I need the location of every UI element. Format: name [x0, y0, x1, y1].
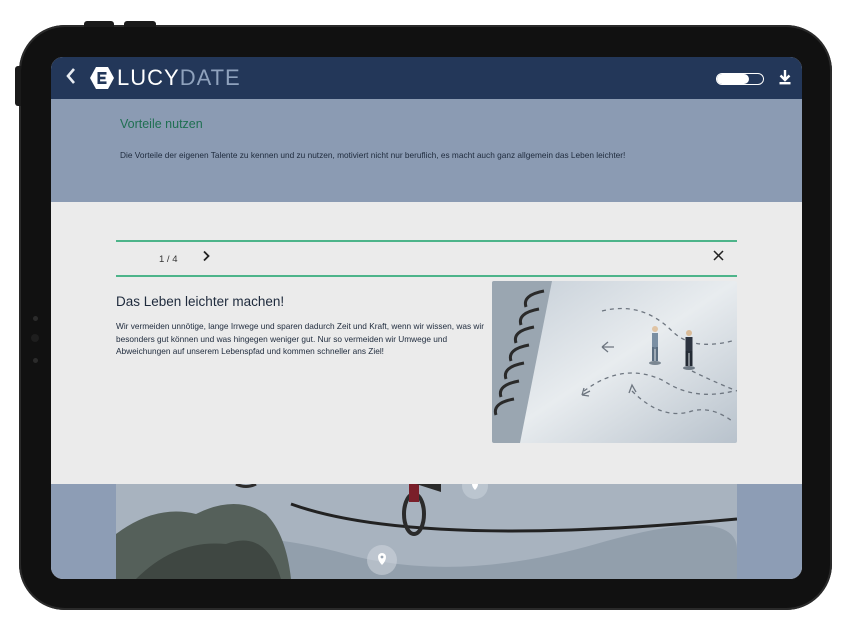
background-image	[116, 484, 737, 579]
tablet-button-top	[124, 21, 156, 27]
tablet-camera	[31, 334, 39, 342]
article-text: Wir vermeiden unnötige, lange Irrwege un…	[116, 321, 485, 357]
info-section: Vorteile nutzen Die Vorteile der eigenen…	[51, 99, 802, 202]
toggle-fill	[717, 74, 749, 84]
map-pin-icon[interactable]	[367, 545, 397, 579]
toggle-switch-icon[interactable]	[716, 73, 764, 85]
back-button[interactable]	[65, 67, 77, 89]
logo-part-date: DATE	[179, 65, 241, 90]
app-screen: LUCYDATE Vorteile nutzen Die Vorteile de…	[51, 57, 802, 579]
content-panel: 1 / 4 Das Leben leichter machen! Wir ver…	[51, 202, 802, 484]
close-button[interactable]	[713, 248, 724, 266]
tablet-sensor	[33, 358, 38, 363]
close-icon	[713, 250, 724, 261]
info-title: Vorteile nutzen	[120, 117, 203, 131]
divider-bottom	[116, 275, 737, 277]
chevron-left-icon	[66, 68, 75, 84]
download-button[interactable]	[779, 69, 791, 90]
next-page-button[interactable]	[202, 249, 210, 266]
tablet-sensor	[33, 316, 38, 321]
article-image	[492, 281, 737, 443]
top-bar: LUCYDATE	[51, 57, 802, 99]
chevron-right-icon	[203, 250, 210, 262]
map-pin-icon[interactable]	[462, 473, 488, 507]
info-text: Die Vorteile der eigenen Talente zu kenn…	[120, 150, 626, 160]
logo-part-lucy: LUCY	[117, 65, 180, 90]
lucydate-logo-icon[interactable]	[89, 66, 115, 95]
tablet-button-side	[15, 66, 21, 106]
bottom-section	[51, 473, 802, 579]
tablet-button-top	[84, 21, 114, 27]
divider-top	[116, 240, 737, 242]
download-icon	[779, 70, 791, 85]
article-title: Das Leben leichter machen!	[116, 294, 285, 309]
app-logo-text: LUCYDATE	[117, 66, 241, 90]
page-indicator: 1 / 4	[159, 254, 178, 265]
